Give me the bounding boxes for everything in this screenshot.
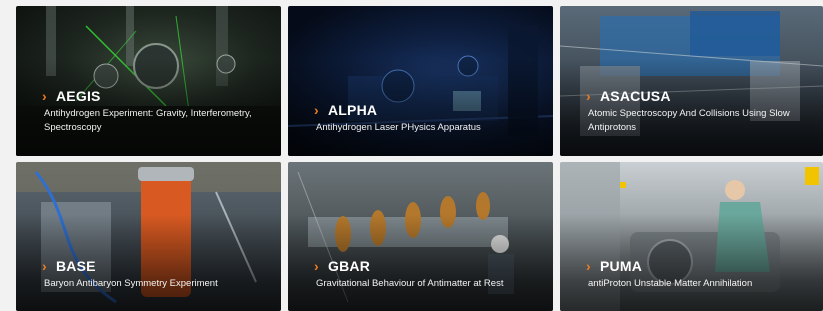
experiment-title: ALPHA: [328, 102, 378, 118]
experiment-card-gbar[interactable]: › GBAR Gravitational Behaviour of Antima…: [288, 162, 553, 311]
chevron-right-icon: ›: [42, 258, 47, 274]
experiment-description: antiProton Unstable Matter Annihilation: [588, 278, 753, 289]
experiment-description: Baryon Antibaryon Symmetry Experiment: [44, 278, 218, 289]
chevron-right-icon: ›: [314, 258, 319, 274]
experiment-card-asacusa[interactable]: › ASACUSA Atomic Spectroscopy And Collis…: [560, 6, 823, 156]
experiment-title: BASE: [56, 258, 96, 274]
experiment-description: Atomic Spectroscopy And Collisions Using…: [588, 108, 790, 133]
card-caption: › AEGIS Antihydrogen Experiment: Gravity…: [42, 88, 267, 135]
card-caption: › BASE Baryon Antibaryon Symmetry Experi…: [42, 258, 267, 291]
experiment-description: Antihydrogen Experiment: Gravity, Interf…: [44, 108, 252, 133]
experiment-card-alpha[interactable]: › ALPHA Antihydrogen Laser PHysics Appar…: [288, 6, 553, 156]
chevron-right-icon: ›: [314, 102, 319, 118]
experiment-title: ASACUSA: [600, 88, 671, 104]
experiment-card-aegis[interactable]: › AEGIS Antihydrogen Experiment: Gravity…: [16, 6, 281, 156]
card-caption: › ALPHA Antihydrogen Laser PHysics Appar…: [314, 102, 539, 135]
experiments-grid: › AEGIS Antihydrogen Experiment: Gravity…: [0, 0, 823, 311]
card-caption: › ASACUSA Atomic Spectroscopy And Collis…: [586, 88, 809, 135]
experiment-description: Gravitational Behaviour of Antimatter at…: [316, 278, 504, 289]
experiment-description: Antihydrogen Laser PHysics Apparatus: [316, 122, 481, 133]
card-caption: › GBAR Gravitational Behaviour of Antima…: [314, 258, 539, 291]
experiment-card-base[interactable]: › BASE Baryon Antibaryon Symmetry Experi…: [16, 162, 281, 311]
experiment-title: PUMA: [600, 258, 643, 274]
chevron-right-icon: ›: [42, 88, 47, 104]
experiment-card-puma[interactable]: › PUMA antiProton Unstable Matter Annihi…: [560, 162, 823, 311]
experiment-title: AEGIS: [56, 88, 101, 104]
card-caption: › PUMA antiProton Unstable Matter Annihi…: [586, 258, 809, 291]
chevron-right-icon: ›: [586, 258, 591, 274]
chevron-right-icon: ›: [586, 88, 591, 104]
experiment-title: GBAR: [328, 258, 371, 274]
